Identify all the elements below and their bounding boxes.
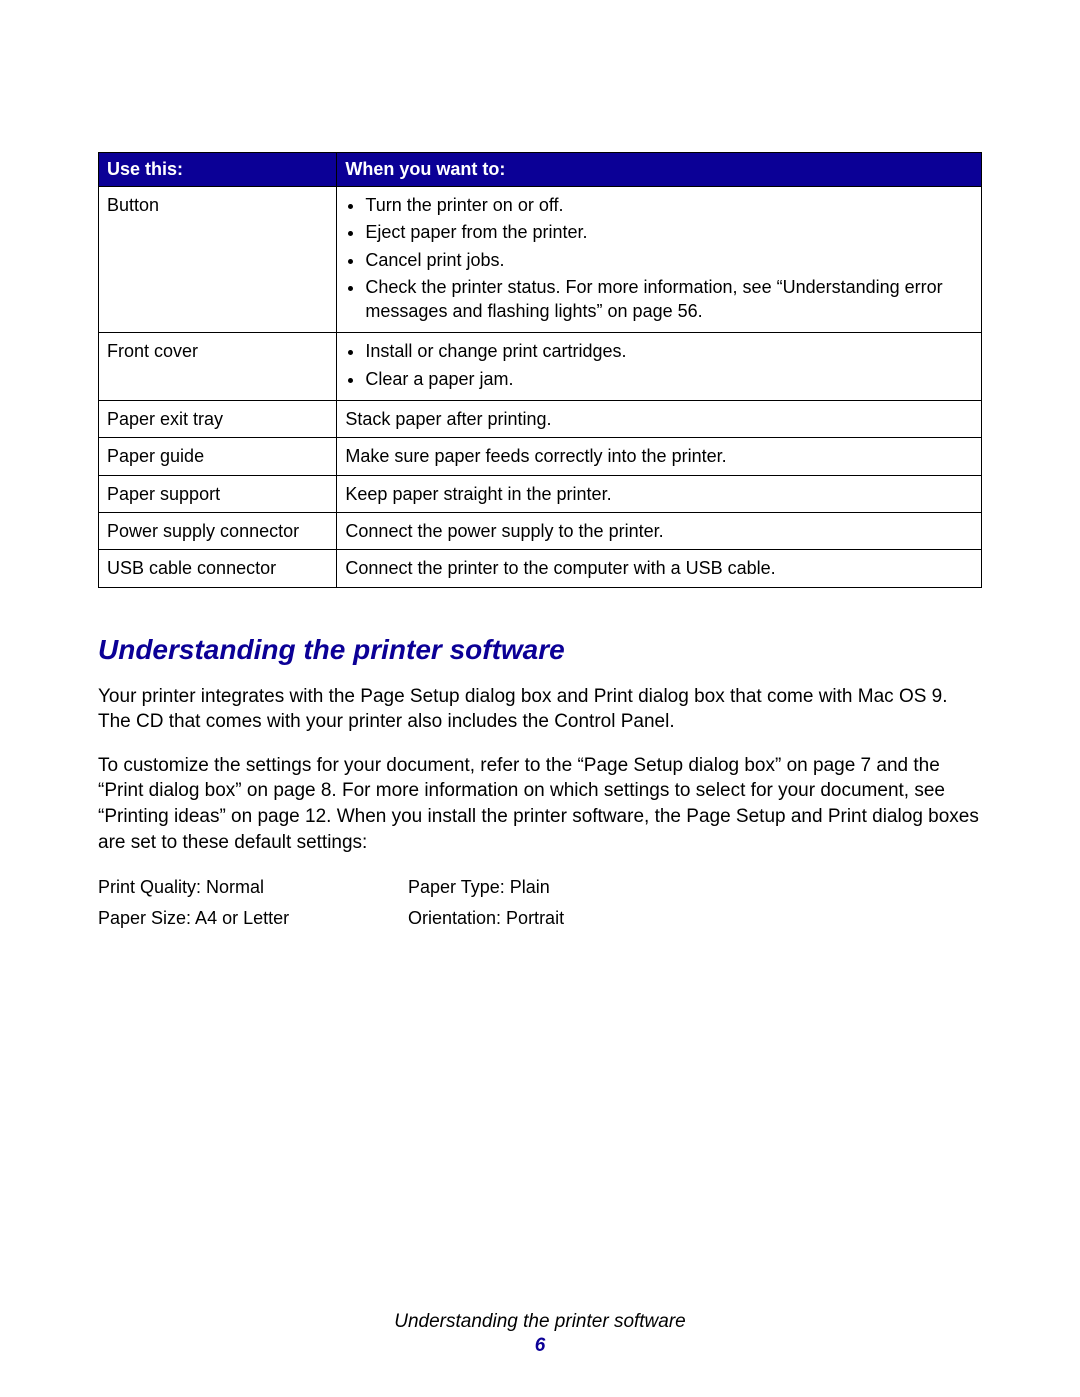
- list-item: Check the printer status. For more infor…: [365, 275, 973, 324]
- cell-part-desc: Install or change print cartridges. Clea…: [337, 333, 982, 401]
- default-settings: Print Quality: Normal Paper Size: A4 or …: [98, 877, 982, 939]
- th-use-this: Use this:: [99, 153, 337, 187]
- default-paper-size: Paper Size: A4 or Letter: [98, 908, 408, 929]
- th-when-you-want: When you want to:: [337, 153, 982, 187]
- list-item: Clear a paper jam.: [365, 367, 973, 391]
- cell-part-name: Paper exit tray: [99, 401, 337, 438]
- table-row: Paper support Keep paper straight in the…: [99, 475, 982, 512]
- cell-part-desc: Connect the printer to the computer with…: [337, 550, 982, 587]
- body-paragraph: Your printer integrates with the Page Se…: [98, 684, 982, 735]
- default-paper-type: Paper Type: Plain: [408, 877, 564, 898]
- page-number: 6: [0, 1335, 1080, 1357]
- list-item: Eject paper from the printer.: [365, 220, 973, 244]
- cell-part-name: Power supply connector: [99, 512, 337, 549]
- cell-part-name: Paper guide: [99, 438, 337, 475]
- page-footer: Understanding the printer software 6: [0, 1311, 1080, 1357]
- cell-part-desc: Connect the power supply to the printer.: [337, 512, 982, 549]
- cell-part-name: Paper support: [99, 475, 337, 512]
- cell-part-desc: Make sure paper feeds correctly into the…: [337, 438, 982, 475]
- default-print-quality: Print Quality: Normal: [98, 877, 408, 898]
- body-paragraph: To customize the settings for your docum…: [98, 753, 982, 856]
- cell-part-desc: Stack paper after printing.: [337, 401, 982, 438]
- cell-part-desc: Keep paper straight in the printer.: [337, 475, 982, 512]
- parts-table: Use this: When you want to: Button Turn …: [98, 152, 982, 588]
- table-row: Power supply connector Connect the power…: [99, 512, 982, 549]
- cell-part-name: Front cover: [99, 333, 337, 401]
- table-row: Front cover Install or change print cart…: [99, 333, 982, 401]
- cell-part-name: USB cable connector: [99, 550, 337, 587]
- table-row: Button Turn the printer on or off. Eject…: [99, 187, 982, 333]
- list-item: Install or change print cartridges.: [365, 339, 973, 363]
- section-heading: Understanding the printer software: [98, 634, 982, 666]
- table-row: Paper guide Make sure paper feeds correc…: [99, 438, 982, 475]
- default-orientation: Orientation: Portrait: [408, 908, 564, 929]
- cell-part-name: Button: [99, 187, 337, 333]
- cell-part-desc: Turn the printer on or off. Eject paper …: [337, 187, 982, 333]
- page-content: Use this: When you want to: Button Turn …: [0, 0, 1080, 939]
- list-item: Cancel print jobs.: [365, 248, 973, 272]
- table-row: Paper exit tray Stack paper after printi…: [99, 401, 982, 438]
- table-row: USB cable connector Connect the printer …: [99, 550, 982, 587]
- list-item: Turn the printer on or off.: [365, 193, 973, 217]
- footer-title: Understanding the printer software: [394, 1311, 686, 1332]
- table-header-row: Use this: When you want to:: [99, 153, 982, 187]
